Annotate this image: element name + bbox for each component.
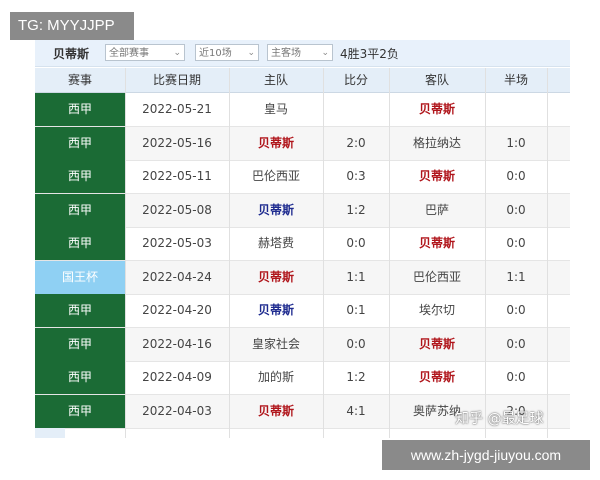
date-cell: 2022-05-16 [142, 135, 212, 150]
table-row[interactable]: 西甲 2022-04-09 加的斯 1:2 贝蒂斯 0:0 [35, 361, 570, 395]
league-cell[interactable]: 西甲 [35, 93, 125, 126]
filter-bar: 贝蒂斯 全部赛事 ⌄ 近10场 ⌄ 主客场 ⌄ 4胜3平2负 [35, 40, 570, 67]
score-cell: 0:3 [346, 169, 366, 183]
range-select[interactable]: 近10场 ⌄ [195, 44, 259, 61]
date-cell: 2022-04-09 [142, 370, 212, 384]
score-cell: 2:0 [346, 135, 366, 150]
column-divider [125, 68, 126, 438]
halftime-cell: 0:0 [506, 169, 526, 183]
venue-select[interactable]: 主客场 ⌄ [267, 44, 333, 61]
home-team-cell[interactable]: 贝蒂斯 [229, 261, 323, 294]
table-header: 赛事 比赛日期 主队 比分 客队 半场 [35, 68, 570, 93]
home-team-cell[interactable]: 皇马 [229, 93, 323, 126]
league-cell[interactable]: 西甲 [35, 160, 125, 193]
tg-badge: TG: MYYJJPP [10, 12, 134, 40]
away-team-cell[interactable]: 巴萨 [389, 194, 485, 227]
header-date: 比赛日期 [152, 73, 201, 87]
score-cell: 0:1 [346, 303, 366, 317]
halftime-cell: 0:0 [506, 303, 526, 317]
league-cell[interactable]: 西甲 [35, 126, 125, 160]
away-team-cell[interactable]: 贝蒂斯 [389, 361, 485, 394]
league-cell[interactable]: 国王杯 [35, 260, 125, 294]
table-row[interactable]: 西甲 2022-04-16 皇家社会 0:0 贝蒂斯 0:0 [35, 327, 570, 362]
away-team-cell[interactable]: 巴伦西亚 [389, 261, 485, 294]
column-divider [323, 68, 324, 438]
score-cell: 0:0 [346, 336, 366, 351]
score-cell: 1:2 [346, 370, 366, 384]
date-cell: 2022-05-11 [142, 169, 212, 183]
home-team-cell[interactable]: 赫塔费 [229, 227, 323, 260]
halftime-cell: 0:0 [506, 336, 526, 351]
chevron-down-icon: ⌄ [247, 48, 255, 58]
column-divider [485, 68, 486, 438]
date-cell: 2022-05-03 [142, 236, 212, 250]
table-row[interactable]: 西甲 2022-04-20 贝蒂斯 0:1 埃尔切 0:0 [35, 294, 570, 328]
header-league: 赛事 [67, 73, 92, 87]
table-row[interactable]: 国王杯 2022-04-24 贝蒂斯 1:1 巴伦西亚 1:1 [35, 260, 570, 295]
home-team-cell[interactable]: 贝蒂斯 [229, 395, 323, 428]
date-cell: 2022-04-24 [142, 269, 212, 284]
league-cell[interactable]: 西甲 [35, 294, 125, 327]
zhihu-watermark: 知乎 @最足球 [455, 411, 544, 427]
league-cell[interactable]: 西甲 [35, 327, 125, 361]
column-divider [389, 68, 390, 438]
away-team-cell[interactable]: 格拉纳达 [389, 127, 485, 160]
home-team-cell[interactable]: 巴伦西亚 [229, 160, 323, 193]
away-team-cell[interactable]: 埃尔切 [389, 294, 485, 327]
score-cell: 1:1 [346, 269, 366, 284]
table-footer-strip [35, 428, 65, 438]
url-badge: www.zh-jygd-jiuyou.com [382, 440, 590, 470]
score-cell [323, 93, 389, 126]
home-team-cell[interactable]: 贝蒂斯 [229, 194, 323, 227]
competition-select-value: 全部赛事 [109, 48, 149, 59]
score-cell: 4:1 [346, 403, 366, 418]
home-team-cell[interactable]: 贝蒂斯 [229, 294, 323, 327]
table-row[interactable]: 西甲 2022-05-11 巴伦西亚 0:3 贝蒂斯 0:0 [35, 160, 570, 194]
halftime-cell: 0:0 [506, 236, 526, 250]
away-team-cell[interactable]: 贝蒂斯 [389, 93, 485, 126]
home-team-cell[interactable]: 加的斯 [229, 361, 323, 394]
home-team-cell[interactable]: 皇家社会 [229, 328, 323, 361]
date-cell: 2022-05-08 [142, 202, 212, 217]
chevron-down-icon: ⌄ [173, 48, 181, 58]
away-team-cell[interactable]: 贝蒂斯 [389, 328, 485, 361]
column-divider [547, 68, 548, 438]
chevron-down-icon: ⌄ [321, 48, 329, 58]
halftime-cell [485, 93, 547, 126]
range-select-value: 近10场 [199, 48, 232, 59]
score-cell: 1:2 [346, 202, 366, 217]
halftime-cell: 1:1 [506, 269, 526, 284]
table-row[interactable]: 西甲 2022-05-08 贝蒂斯 1:2 巴萨 0:0 [35, 193, 570, 228]
venue-select-value: 主客场 [271, 48, 301, 59]
column-divider [229, 68, 230, 438]
league-cell[interactable]: 西甲 [35, 227, 125, 260]
home-team-cell[interactable]: 贝蒂斯 [229, 127, 323, 160]
halftime-cell: 1:0 [506, 135, 526, 150]
header-away: 客队 [424, 73, 449, 87]
score-cell: 0:0 [346, 236, 366, 250]
league-cell[interactable]: 西甲 [35, 361, 125, 394]
league-cell[interactable]: 西甲 [35, 193, 125, 227]
date-cell: 2022-05-21 [142, 102, 212, 116]
header-score: 比分 [343, 73, 368, 87]
table-row[interactable]: 西甲 2022-05-21 皇马 贝蒂斯 [35, 93, 570, 127]
win-draw-loss-record: 4胜3平2负 [340, 47, 399, 61]
date-cell: 2022-04-16 [142, 336, 212, 351]
league-cell[interactable]: 西甲 [35, 394, 125, 428]
halftime-cell: 0:0 [506, 202, 526, 217]
halftime-cell: 0:0 [506, 370, 526, 384]
date-cell: 2022-04-03 [142, 403, 212, 418]
table-row[interactable]: 西甲 2022-05-03 赫塔费 0:0 贝蒂斯 0:0 [35, 227, 570, 261]
away-team-cell[interactable]: 贝蒂斯 [389, 160, 485, 193]
match-history-panel: 贝蒂斯 全部赛事 ⌄ 近10场 ⌄ 主客场 ⌄ 4胜3平2负 赛事 比赛日期 主… [35, 38, 570, 440]
table-row[interactable]: 西甲 2022-05-16 贝蒂斯 2:0 格拉纳达 1:0 [35, 126, 570, 161]
team-name: 贝蒂斯 [53, 47, 90, 61]
header-halftime: 半场 [503, 73, 528, 87]
competition-select[interactable]: 全部赛事 ⌄ [105, 44, 185, 61]
header-home: 主队 [263, 73, 288, 87]
away-team-cell[interactable]: 贝蒂斯 [389, 227, 485, 260]
date-cell: 2022-04-20 [142, 303, 212, 317]
